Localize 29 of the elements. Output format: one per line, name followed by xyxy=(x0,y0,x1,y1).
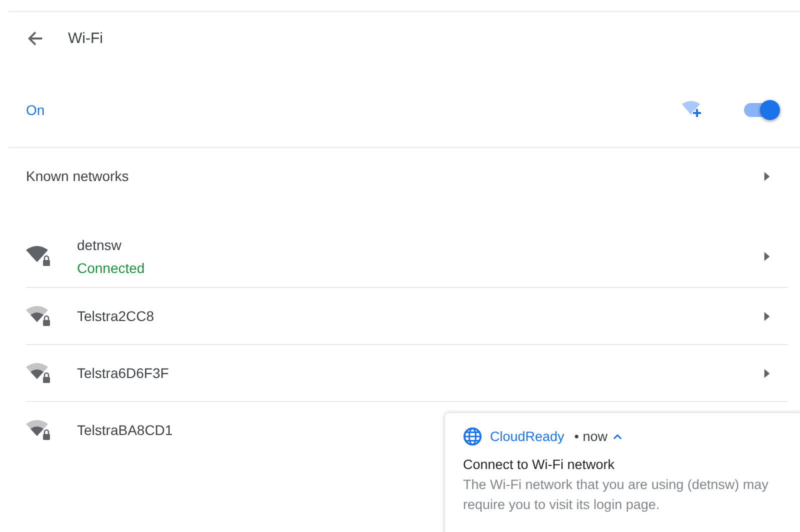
page-title: Wi-Fi xyxy=(68,30,103,46)
wifi-lock-icon xyxy=(26,362,52,384)
back-arrow-icon[interactable] xyxy=(26,28,45,48)
wifi-state-label: On xyxy=(26,102,46,118)
chevron-right-icon xyxy=(764,252,770,260)
wifi-lock-icon xyxy=(26,245,52,267)
app-name: CloudReady xyxy=(490,429,564,444)
known-networks-item[interactable]: Known networks xyxy=(0,148,800,204)
network-name: Telstra2CC8 xyxy=(77,308,154,324)
network-status: Connected xyxy=(77,260,145,276)
network-item[interactable]: detnsw Connected xyxy=(26,225,788,288)
notification-title: Connect to Wi-Fi network xyxy=(463,457,616,472)
notification-text: require you to visit its login page. xyxy=(463,496,661,514)
chevron-up-icon[interactable] xyxy=(612,434,622,440)
wifi-toggle[interactable] xyxy=(744,100,780,120)
chevron-right-icon xyxy=(764,368,770,378)
wifi-lock-icon xyxy=(26,419,52,441)
add-network-icon[interactable] xyxy=(682,100,704,118)
wifi-lock-icon xyxy=(26,305,52,327)
network-item[interactable]: Telstra6D6F3F xyxy=(26,345,788,402)
network-name: Telstra6D6F3F xyxy=(77,365,169,381)
globe-icon xyxy=(463,427,482,446)
chevron-right-icon xyxy=(764,172,770,180)
notification-text: The Wi-Fi network that you are using (detnsw) may xyxy=(463,476,770,494)
notification-time: • now xyxy=(574,429,608,444)
network-name: detnsw xyxy=(77,236,122,252)
network-name: TelstraBA8CD1 xyxy=(77,422,173,438)
network-item[interactable]: Telstra2CC8 xyxy=(26,288,788,345)
chevron-right-icon xyxy=(764,312,770,320)
